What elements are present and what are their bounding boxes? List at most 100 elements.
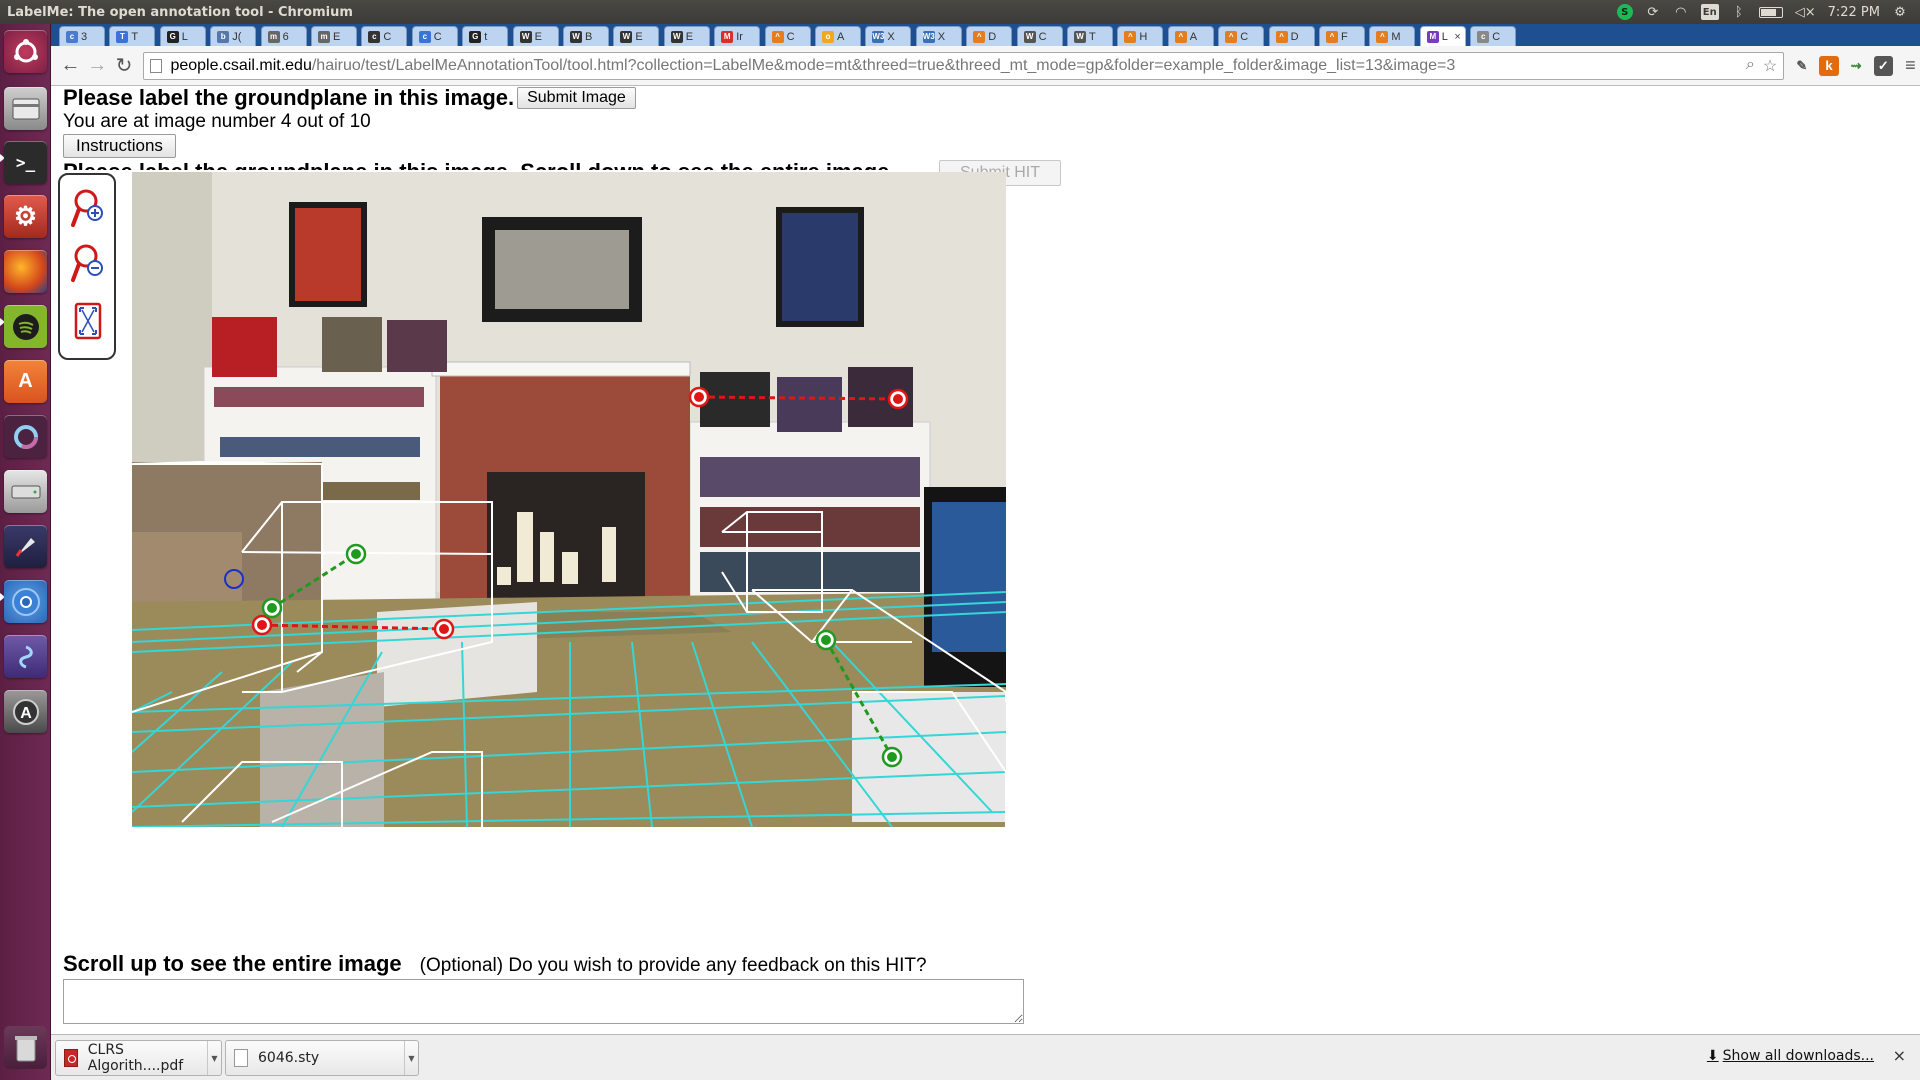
tab-close-icon[interactable]: ×: [1454, 31, 1460, 43]
tab-label: E: [534, 30, 542, 43]
search-icon[interactable]: ⌕: [1746, 56, 1755, 76]
address-bar[interactable]: people.csail.mit.edu/hairuo/test/LabelMe…: [143, 51, 1785, 80]
pocket-icon[interactable]: ✓: [1873, 55, 1893, 76]
browser-tab[interactable]: WE: [663, 26, 710, 46]
extension-badge-icon[interactable]: ⇝: [1847, 56, 1866, 76]
browser-tab[interactable]: ^ M: [1369, 26, 1416, 46]
browser-tab[interactable]: Gt: [462, 26, 509, 46]
submit-image-button[interactable]: Submit Image: [517, 87, 636, 109]
control-point-center: [267, 603, 277, 613]
browser-tab[interactable]: ^ D: [966, 26, 1013, 46]
show-all-downloads-link[interactable]: ⬇ Show all downloads...: [1707, 1048, 1874, 1064]
browser-tab[interactable]: ^ H: [1117, 26, 1164, 46]
tab-favicon-icon: W: [570, 30, 582, 43]
annotation-canvas[interactable]: [132, 172, 1006, 827]
firefox-icon[interactable]: [4, 250, 47, 293]
browser-tab[interactable]: mE: [311, 26, 357, 46]
browser-tab[interactable]: W3 X: [915, 26, 962, 46]
back-button[interactable]: ←: [57, 52, 84, 80]
bluetooth-icon[interactable]: ᛒ: [1731, 4, 1747, 20]
browser-tab[interactable]: TT: [109, 26, 156, 46]
bookmark-star-icon[interactable]: ☆: [1763, 56, 1777, 76]
browser-tab[interactable]: M Ir: [714, 26, 761, 46]
wifi-icon[interactable]: ◠: [1673, 4, 1689, 20]
browser-tab[interactable]: cC: [361, 26, 408, 46]
software-center-icon[interactable]: A: [4, 360, 47, 403]
gear-icon[interactable]: ⚙: [1892, 4, 1908, 20]
tab-favicon-icon: c: [66, 30, 78, 43]
tab-favicon-icon: c: [418, 30, 431, 43]
battery-icon[interactable]: [1758, 6, 1783, 18]
software-updater-icon[interactable]: A: [4, 690, 47, 733]
reload-button[interactable]: ↻: [111, 52, 138, 80]
spotify-indicator-icon[interactable]: S: [1616, 4, 1633, 20]
keyboard-layout-indicator[interactable]: En: [1700, 4, 1719, 20]
zoom-out-button[interactable]: [71, 242, 105, 284]
chromium-icon[interactable]: [4, 580, 47, 623]
clock[interactable]: 7:22 PM: [1828, 4, 1880, 20]
shotwell-icon[interactable]: [4, 635, 47, 678]
browser-tab[interactable]: ^ C: [1218, 26, 1265, 46]
tab-label: D: [1290, 30, 1299, 43]
extension-icon[interactable]: ✎: [1792, 56, 1811, 76]
browser-tab[interactable]: c3: [59, 26, 105, 46]
browser-tab[interactable]: ^ C: [764, 26, 811, 46]
system-settings-icon[interactable]: ⚙: [4, 195, 47, 238]
browser-tab[interactable]: WB: [563, 26, 609, 46]
browser-tab[interactable]: ^ D: [1268, 26, 1315, 46]
browser-tab[interactable]: m6: [260, 26, 307, 46]
zoom-out-icon: [71, 244, 103, 282]
browser-tab[interactable]: ^ F: [1319, 26, 1365, 46]
download-item[interactable]: 6046.sty ▼: [225, 1040, 419, 1076]
browser-tab[interactable]: W3 X: [865, 26, 912, 46]
top-panel: LabelMe: The open annotation tool - Chro…: [0, 0, 1920, 24]
tab-label: H: [1139, 30, 1148, 43]
browser-tab[interactable]: ^ A: [1167, 26, 1214, 46]
tab-favicon-icon: ^: [1376, 30, 1389, 43]
trash-icon[interactable]: [4, 1026, 47, 1069]
terminal-icon[interactable]: >_: [4, 141, 47, 184]
dash-home-icon[interactable]: [4, 30, 47, 73]
chrome-menu-icon[interactable]: ≡: [1901, 55, 1920, 76]
tab-label: E: [333, 30, 341, 43]
download-item[interactable]: CLRS Algorith....pdf ▼: [55, 1040, 222, 1076]
volume-icon[interactable]: ◁×: [1795, 4, 1816, 20]
browser-tab[interactable]: GL: [159, 26, 206, 46]
unity-lens-icon[interactable]: [4, 415, 47, 458]
tab-favicon-icon: ^: [771, 30, 784, 43]
spotify-icon[interactable]: [4, 305, 47, 348]
tab-label: J(: [232, 30, 242, 43]
forward-button[interactable]: →: [84, 52, 111, 80]
browser-tab[interactable]: M L ×: [1419, 26, 1466, 46]
files-icon[interactable]: [4, 87, 47, 130]
browser-tab[interactable]: WT: [1067, 26, 1113, 46]
instructions-button[interactable]: Instructions: [63, 134, 176, 158]
control-point-center: [439, 624, 449, 634]
feedback-textarea[interactable]: [63, 979, 1024, 1024]
browser-tab[interactable]: cC: [411, 26, 458, 46]
downloads-shelf: CLRS Algorith....pdf ▼ 6046.sty ▼ ⬇ Show …: [51, 1034, 1920, 1080]
extension-k-icon[interactable]: k: [1819, 55, 1839, 76]
sync-indicator-icon[interactable]: ⟳: [1645, 4, 1661, 20]
disk-drive-icon[interactable]: [4, 470, 47, 513]
tab-favicon-icon: ^: [1326, 30, 1338, 43]
bottom-line: Scroll up to see the entire image (Optio…: [63, 951, 927, 977]
zoom-in-button[interactable]: [71, 187, 105, 229]
page-icon: [150, 58, 163, 73]
browser-tab[interactable]: oA: [815, 26, 861, 46]
tab-label: C: [1492, 30, 1501, 43]
chevron-down-icon[interactable]: ▼: [207, 1041, 221, 1075]
browser-tab[interactable]: WE: [512, 26, 559, 46]
fit-image-button[interactable]: [71, 300, 105, 342]
chevron-down-icon[interactable]: ▼: [404, 1041, 418, 1075]
control-point-center: [821, 635, 831, 645]
inkscape-icon[interactable]: [4, 525, 47, 568]
browser-tab[interactable]: WE: [613, 26, 660, 46]
tab-favicon-icon: o: [822, 30, 834, 43]
tab-label: T: [1089, 30, 1096, 43]
tab-favicon-icon: M: [1426, 30, 1439, 43]
browser-tab[interactable]: WC: [1016, 26, 1063, 46]
browser-tab[interactable]: b J(: [210, 26, 257, 46]
close-icon[interactable]: ×: [1893, 1046, 1906, 1065]
browser-tab[interactable]: cC: [1470, 26, 1517, 46]
